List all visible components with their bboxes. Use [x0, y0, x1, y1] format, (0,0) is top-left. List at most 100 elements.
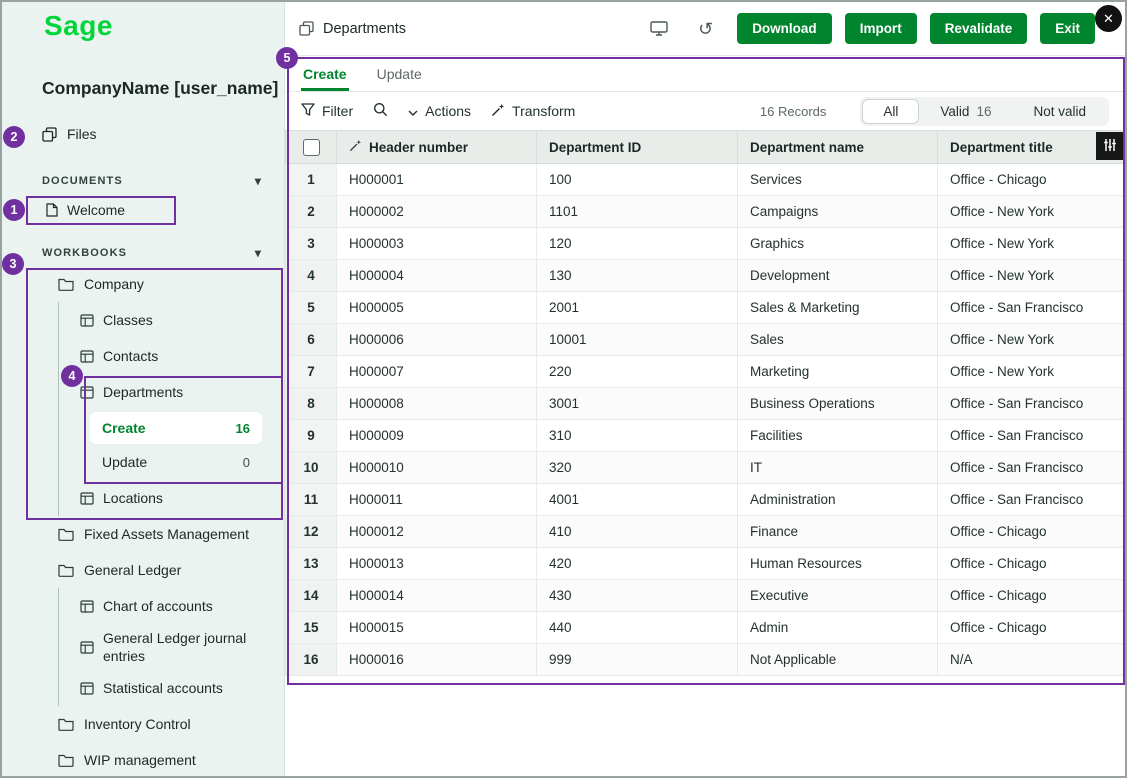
cell-header-number[interactable]: H000001: [337, 164, 537, 196]
cell-department-id[interactable]: 320: [537, 452, 738, 484]
cell-department-title[interactable]: Office - San Francisco: [938, 292, 1127, 324]
action-button[interactable]: Import: [845, 13, 917, 44]
cell-department-id[interactable]: 3001: [537, 388, 738, 420]
cell-department-name[interactable]: Admin: [738, 612, 938, 644]
table-row[interactable]: 12 H000012 410 Finance Office - Chicago: [286, 516, 1127, 548]
cell-department-name[interactable]: Campaigns: [738, 196, 938, 228]
tab[interactable]: Update: [377, 66, 422, 91]
cell-department-id[interactable]: 430: [537, 580, 738, 612]
cell-department-title[interactable]: Office - Chicago: [938, 548, 1127, 580]
cell-department-id[interactable]: 310: [537, 420, 738, 452]
segment-button[interactable]: All: [862, 99, 919, 124]
cell-department-name[interactable]: Finance: [738, 516, 938, 548]
cell-department-id[interactable]: 1101: [537, 196, 738, 228]
cell-header-number[interactable]: H000002: [337, 196, 537, 228]
cell-department-name[interactable]: Facilities: [738, 420, 938, 452]
tree-item[interactable]: Contacts: [2, 338, 284, 374]
cell-department-title[interactable]: Office - Chicago: [938, 612, 1127, 644]
row-number[interactable]: 16: [286, 644, 337, 676]
cell-department-id[interactable]: 410: [537, 516, 738, 548]
tree-item[interactable]: Company: [2, 266, 284, 302]
filter-button[interactable]: Filter: [301, 103, 353, 119]
tree-item[interactable]: Fixed Assets Management: [2, 516, 284, 552]
table-row[interactable]: 3 H000003 120 Graphics Office - New York: [286, 228, 1127, 260]
cell-department-title[interactable]: Office - San Francisco: [938, 388, 1127, 420]
tree-item[interactable]: General Ledger: [2, 552, 284, 588]
cell-header-number[interactable]: H000015: [337, 612, 537, 644]
cell-department-id[interactable]: 420: [537, 548, 738, 580]
select-all-header[interactable]: [286, 131, 337, 164]
cell-department-id[interactable]: 220: [537, 356, 738, 388]
table-row[interactable]: 9 H000009 310 Facilities Office - San Fr…: [286, 420, 1127, 452]
cell-department-title[interactable]: Office - New York: [938, 260, 1127, 292]
cell-department-title[interactable]: Office - New York: [938, 196, 1127, 228]
tree-item[interactable]: Classes: [2, 302, 284, 338]
row-number[interactable]: 12: [286, 516, 337, 548]
search-button[interactable]: [373, 102, 388, 120]
table-row[interactable]: 6 H000006 10001 Sales Office - New York: [286, 324, 1127, 356]
row-number[interactable]: 7: [286, 356, 337, 388]
cell-department-name[interactable]: Sales & Marketing: [738, 292, 938, 324]
column-header-department-name[interactable]: Department name: [738, 131, 938, 164]
row-number[interactable]: 13: [286, 548, 337, 580]
table-row[interactable]: 16 H000016 999 Not Applicable N/A: [286, 644, 1127, 676]
tree-item[interactable]: Create 16: [90, 412, 262, 444]
cell-header-number[interactable]: H000012: [337, 516, 537, 548]
cell-department-name[interactable]: Business Operations: [738, 388, 938, 420]
cell-header-number[interactable]: H000007: [337, 356, 537, 388]
cell-department-title[interactable]: Office - San Francisco: [938, 484, 1127, 516]
tree-item[interactable]: WIP management: [2, 742, 284, 778]
cell-department-id[interactable]: 4001: [537, 484, 738, 516]
cell-department-title[interactable]: Office - Chicago: [938, 164, 1127, 196]
tree-item[interactable]: Locations: [2, 480, 284, 516]
row-number[interactable]: 11: [286, 484, 337, 516]
table-row[interactable]: 11 H000011 4001 Administration Office - …: [286, 484, 1127, 516]
cell-header-number[interactable]: H000014: [337, 580, 537, 612]
column-header-header-number[interactable]: Header number: [337, 131, 537, 164]
action-button[interactable]: Download: [737, 13, 832, 44]
table-row[interactable]: 13 H000013 420 Human Resources Office - …: [286, 548, 1127, 580]
cell-department-id[interactable]: 100: [537, 164, 738, 196]
cell-department-title[interactable]: Office - New York: [938, 356, 1127, 388]
tree-item[interactable]: Departments: [2, 374, 284, 410]
tree-item[interactable]: Inventory Control: [2, 706, 284, 742]
cell-department-name[interactable]: Not Applicable: [738, 644, 938, 676]
cell-department-name[interactable]: Marketing: [738, 356, 938, 388]
tab[interactable]: Create: [303, 66, 347, 91]
action-button[interactable]: Exit: [1040, 13, 1095, 44]
transform-button[interactable]: Transform: [491, 103, 575, 120]
cell-department-id[interactable]: 440: [537, 612, 738, 644]
row-number[interactable]: 5: [286, 292, 337, 324]
cell-department-id[interactable]: 120: [537, 228, 738, 260]
segment-button[interactable]: Not valid: [1012, 99, 1107, 124]
cell-header-number[interactable]: H000008: [337, 388, 537, 420]
row-number[interactable]: 3: [286, 228, 337, 260]
monitor-icon[interactable]: [650, 21, 668, 36]
cell-department-id[interactable]: 10001: [537, 324, 738, 356]
row-number[interactable]: 15: [286, 612, 337, 644]
table-row[interactable]: 10 H000010 320 IT Office - San Francisco: [286, 452, 1127, 484]
row-number[interactable]: 1: [286, 164, 337, 196]
table-row[interactable]: 15 H000015 440 Admin Office - Chicago: [286, 612, 1127, 644]
cell-department-name[interactable]: Human Resources: [738, 548, 938, 580]
cell-department-title[interactable]: Office - San Francisco: [938, 452, 1127, 484]
sidebar-item-welcome[interactable]: Welcome: [46, 202, 125, 218]
cell-department-id[interactable]: 130: [537, 260, 738, 292]
cell-department-name[interactable]: Services: [738, 164, 938, 196]
table-row[interactable]: 5 H000005 2001 Sales & Marketing Office …: [286, 292, 1127, 324]
row-number[interactable]: 9: [286, 420, 337, 452]
cell-department-title[interactable]: Office - New York: [938, 228, 1127, 260]
select-all-checkbox[interactable]: [303, 139, 320, 156]
cell-header-number[interactable]: H000006: [337, 324, 537, 356]
cell-header-number[interactable]: H000004: [337, 260, 537, 292]
cell-department-title[interactable]: N/A: [938, 644, 1127, 676]
cell-department-name[interactable]: Administration: [738, 484, 938, 516]
cell-header-number[interactable]: H000011: [337, 484, 537, 516]
chevron-down-icon[interactable]: ▾: [255, 174, 262, 188]
table-row[interactable]: 2 H000002 1101 Campaigns Office - New Yo…: [286, 196, 1127, 228]
cell-header-number[interactable]: H000005: [337, 292, 537, 324]
cell-department-title[interactable]: Office - New York: [938, 324, 1127, 356]
cell-department-id[interactable]: 2001: [537, 292, 738, 324]
actions-dropdown[interactable]: Actions: [408, 103, 471, 119]
cell-header-number[interactable]: H000013: [337, 548, 537, 580]
